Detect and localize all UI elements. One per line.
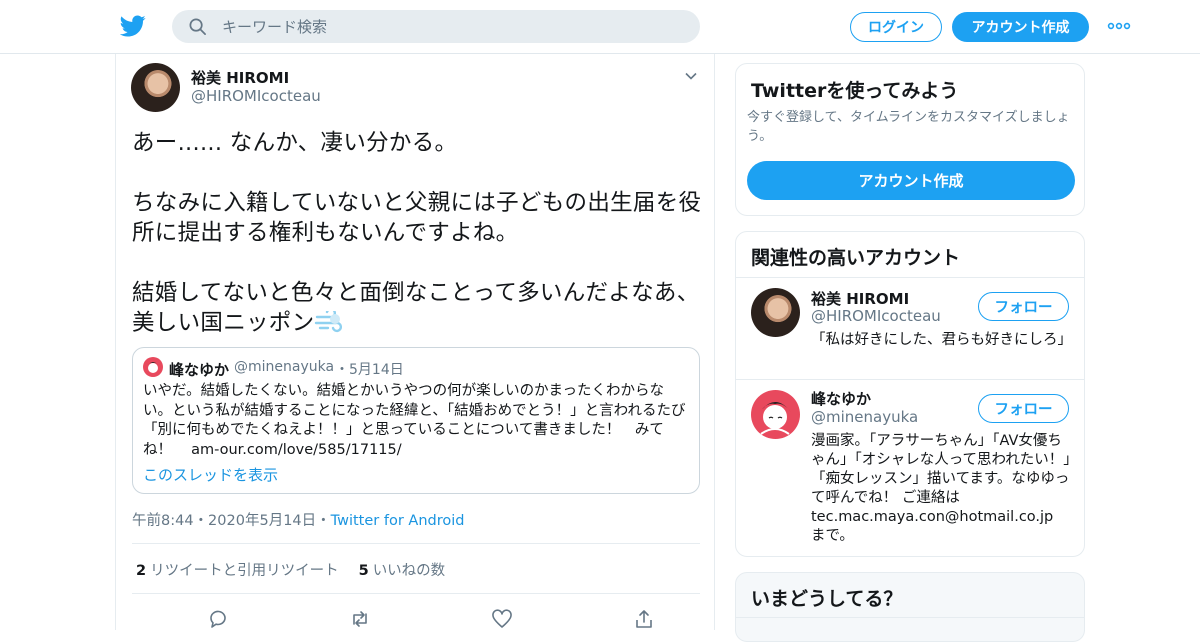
meta-separator: ・: [316, 513, 331, 529]
author-avatar[interactable]: [131, 63, 180, 112]
tweet-time[interactable]: 午前8:44: [132, 513, 194, 529]
divider: [132, 543, 700, 544]
tweet-source[interactable]: Twitter for Android: [331, 513, 465, 529]
related-handle[interactable]: @HIROMIcocteau: [811, 307, 941, 325]
signup-card-title: Twitterを使ってみよう: [751, 80, 959, 102]
face-illustration-icon: [147, 362, 159, 373]
search-icon: [189, 18, 206, 35]
tweet-stats: 2 リツイートと引用リツイート 5 いいねの数: [136, 559, 445, 580]
chevron-down-icon[interactable]: [684, 69, 698, 83]
follow-button[interactable]: フォロー: [978, 292, 1069, 321]
signup-button[interactable]: アカウント作成: [952, 12, 1089, 42]
login-button[interactable]: ログイン: [850, 12, 942, 42]
related-account[interactable]: 裕美 HIROMI @HIROMIcocteau フォロー 「私は好きにした、君…: [736, 278, 1084, 379]
related-bio: 漫画家。「アラサーちゃん」「AV女優ちゃん」「オシャレな人って思われたい！」「痴…: [811, 433, 1071, 544]
retweet-label: リツイートと引用リツイート: [150, 563, 339, 579]
face-illustration-icon: [760, 402, 791, 435]
quoted-body: いやだ。結婚したくない。結婚とかいうやつの何が楽しいのかまったくわからない。とい…: [143, 383, 686, 458]
tweet-metadata: 午前8:44・2020年5月14日・Twitter for Android: [132, 509, 464, 530]
signup-card-description: 今すぐ登録して、タイムラインをカスタマイズしましょう。: [747, 110, 1070, 144]
trends-title: いまどうしてる？: [751, 588, 903, 610]
retweet-count: 2: [136, 563, 147, 579]
tweet-paragraph: あー...... なんか、凄い分かる。: [132, 130, 458, 156]
tweet-actions: [132, 606, 700, 630]
related-name[interactable]: 峰なゆか: [811, 388, 871, 409]
quoted-date: ・5月14日: [335, 362, 404, 378]
dashing-away-emoji-icon: [315, 311, 343, 333]
signup-card: Twitterを使ってみよう 今すぐ登録して、タイムラインをカスタマイズしましょ…: [735, 63, 1085, 216]
related-accounts-title: 関連性の高いアカウント: [751, 247, 961, 269]
related-accounts-card: 関連性の高いアカウント 裕美 HIROMI @HIROMIcocteau フォロ…: [735, 231, 1085, 557]
divider: [736, 617, 1084, 618]
more-options-icon[interactable]: [1107, 18, 1131, 34]
tweet-paragraph: ちなみに入籍していないと父親には子どもの出生届を役所に提出する権利もないんですよ…: [132, 190, 702, 246]
like-count: 5: [358, 563, 369, 579]
like-label: いいねの数: [372, 563, 446, 579]
quoted-author-name[interactable]: 峰なゆか: [169, 359, 229, 380]
search-bar[interactable]: [172, 10, 700, 43]
related-avatar[interactable]: [751, 288, 800, 337]
quoted-author-handle[interactable]: @minenayuka: [234, 359, 334, 375]
related-account[interactable]: 峰なゆか @minenayuka フォロー 漫画家。「アラサーちゃん」「AV女優…: [736, 380, 1084, 556]
like-heart-icon[interactable]: [491, 608, 513, 630]
top-bar: ログイン アカウント作成: [0, 0, 1200, 54]
quoted-tweet[interactable]: 峰なゆか @minenayuka ・5月14日 いやだ。結婚したくない。結婚とか…: [132, 347, 700, 494]
show-thread-link[interactable]: このスレッドを表示: [143, 464, 278, 485]
author-name[interactable]: 裕美 HIROMI: [191, 67, 289, 88]
reply-icon[interactable]: [207, 608, 229, 630]
related-avatar[interactable]: [751, 390, 800, 439]
related-name[interactable]: 裕美 HIROMI: [811, 288, 909, 309]
share-icon[interactable]: [633, 608, 655, 630]
quoted-author-avatar[interactable]: [143, 357, 163, 377]
related-handle[interactable]: @minenayuka: [811, 408, 918, 426]
retweet-icon[interactable]: [349, 608, 371, 630]
trends-card: いまどうしてる？: [735, 572, 1085, 642]
tweet-text: あー...... なんか、凄い分かる。 ちなみに入籍していないと父親には子どもの…: [132, 128, 707, 338]
tweet-detail: 裕美 HIROMI @HIROMIcocteau あー...... なんか、凄い…: [115, 54, 715, 630]
tweet-paragraph: 結婚してないと色々と面倒なことって多いんだよなあ、美しい国ニッポン: [132, 280, 700, 336]
twitter-bird-icon[interactable]: [120, 13, 146, 39]
retweet-stat[interactable]: 2 リツイートと引用リツイート: [136, 563, 339, 579]
like-stat[interactable]: 5 いいねの数: [359, 563, 446, 579]
signup-card-button[interactable]: アカウント作成: [747, 161, 1075, 200]
author-handle[interactable]: @HIROMIcocteau: [191, 87, 321, 105]
related-bio: 「私は好きにした、君らも好きにしろ」: [811, 332, 1072, 348]
divider: [132, 593, 700, 594]
tweet-date[interactable]: ・2020年5月14日: [194, 513, 317, 529]
follow-button[interactable]: フォロー: [978, 394, 1069, 423]
search-input[interactable]: [222, 10, 682, 43]
